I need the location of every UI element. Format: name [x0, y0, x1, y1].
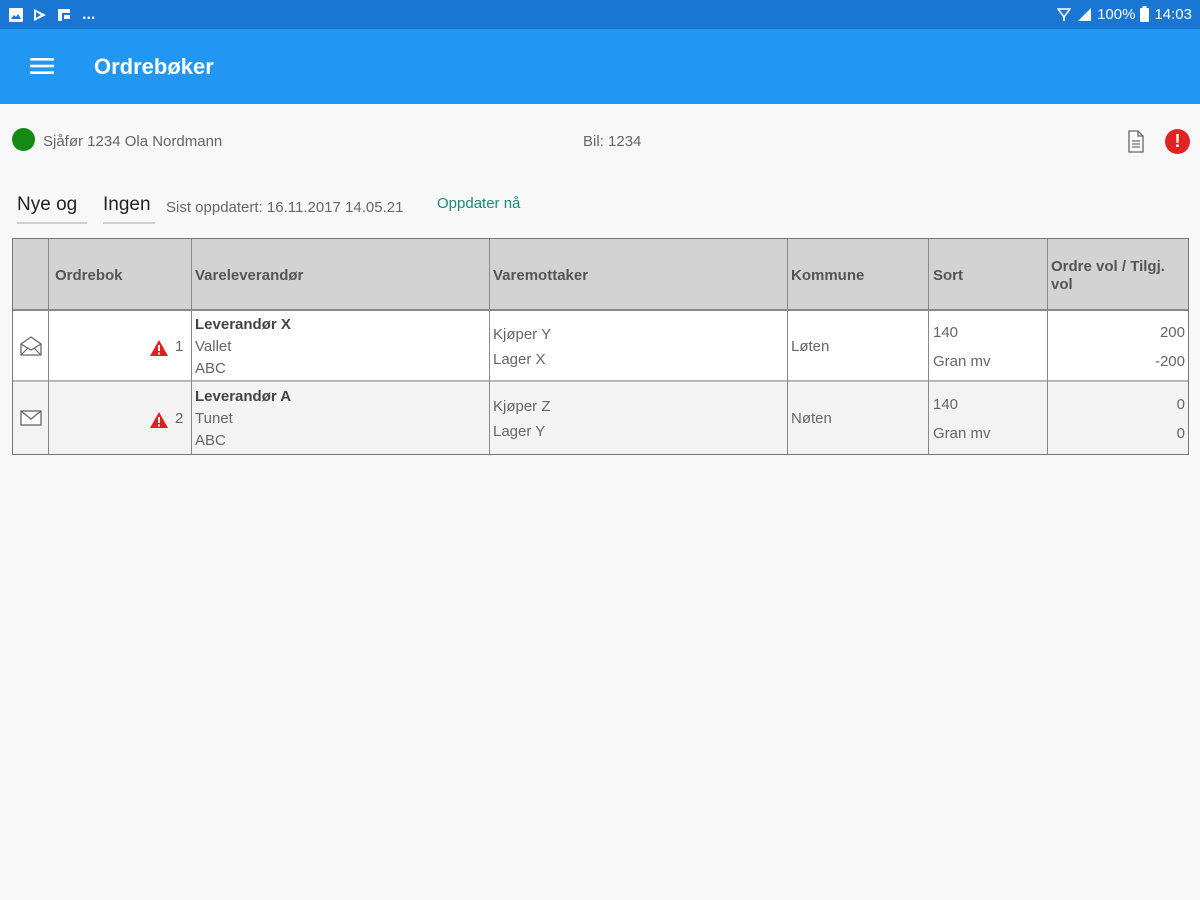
- alert-button[interactable]: !: [1165, 129, 1190, 154]
- envelope-open-icon: [20, 336, 42, 356]
- header-municipality: Kommune: [791, 267, 865, 284]
- supplier-location: Tunet: [195, 410, 233, 427]
- column-divider: [1047, 239, 1048, 454]
- municipality: Løten: [791, 338, 830, 355]
- sort-name: Gran mv: [933, 353, 991, 370]
- header-orderbook: Ordrebok: [55, 267, 123, 284]
- notification-overflow: ...: [82, 6, 96, 23]
- document-button[interactable]: [1125, 129, 1147, 155]
- orderbook-number: 1: [175, 338, 184, 355]
- app-bar: Ordrebøker: [0, 29, 1200, 104]
- table-row[interactable]: 2 Leverandør A Tunet ABC Kjøper Z Lager …: [13, 383, 1188, 454]
- column-divider: [191, 239, 192, 454]
- supplier-code: ABC: [195, 360, 226, 377]
- status-bar: ... 100% 14:03: [0, 0, 1200, 29]
- update-now-link[interactable]: Oppdater nå: [437, 195, 520, 212]
- table-row[interactable]: 1 Leverandør X Vallet ABC Kjøper Y Lager…: [13, 311, 1188, 382]
- header-sort: Sort: [933, 267, 963, 284]
- receiver-name: Kjøper Z: [493, 398, 551, 415]
- available-volume: -200: [1154, 353, 1185, 370]
- supplier-location: Vallet: [195, 338, 232, 355]
- system-status: 100% 14:03: [1057, 4, 1192, 24]
- orderbook-table: Ordrebok Vareleverandør Varemottaker Kom…: [12, 238, 1189, 455]
- notification-icons: ...: [8, 5, 95, 25]
- battery-percent: 100%: [1097, 5, 1136, 23]
- receiver-location: Lager X: [493, 351, 546, 368]
- receiver-name: Kjøper Y: [493, 326, 552, 343]
- column-divider: [787, 239, 788, 454]
- column-divider: [48, 239, 49, 454]
- hamburger-menu-icon: [30, 58, 54, 74]
- driver-status-indicator: [12, 128, 35, 151]
- order-volume: 200: [1159, 324, 1185, 341]
- signal-icon: [1078, 8, 1092, 21]
- wifi-icon: [1057, 8, 1072, 21]
- warning-icon: [150, 340, 168, 356]
- available-volume: 0: [1176, 425, 1185, 442]
- order-volume: 0: [1176, 396, 1185, 413]
- exclamation-icon: !: [1174, 131, 1181, 151]
- clock: 14:03: [1154, 5, 1192, 23]
- header-volume: Ordre vol / Tilgj. vol: [1051, 258, 1165, 293]
- sort-code: 140: [933, 396, 959, 413]
- sort-name: Gran mv: [933, 425, 991, 442]
- envelope-closed-icon: [20, 410, 42, 426]
- page-title: Ordrebøker: [94, 54, 214, 79]
- car-label: Bil: 1234: [583, 133, 642, 150]
- image-icon: [9, 8, 23, 22]
- supplier-name: Leverandør A: [195, 388, 292, 405]
- column-divider: [489, 239, 490, 454]
- menu-button[interactable]: [22, 51, 62, 81]
- header-supplier: Vareleverandør: [195, 267, 304, 284]
- last-updated-text: Sist oppdatert: 16.11.2017 14.05.21: [166, 199, 404, 216]
- supplier-code: ABC: [195, 432, 226, 449]
- municipality: Nøten: [791, 410, 832, 427]
- table-header: Ordrebok Vareleverandør Varemottaker Kom…: [13, 239, 1188, 311]
- play-store-icon: [34, 9, 46, 21]
- flag-icon: [58, 9, 70, 21]
- supplier-name: Leverandør X: [195, 316, 291, 333]
- column-divider: [928, 239, 929, 454]
- driver-label: Sjåfør 1234 Ola Nordmann: [43, 133, 223, 150]
- document-icon: [1128, 130, 1144, 153]
- orderbook-number: 2: [175, 410, 184, 427]
- filter-none[interactable]: Ingen: [103, 194, 155, 224]
- receiver-location: Lager Y: [493, 423, 546, 440]
- sort-code: 140: [933, 324, 959, 341]
- filter-new[interactable]: Nye og: [17, 194, 87, 224]
- header-receiver: Varemottaker: [493, 267, 589, 284]
- battery-icon: [1140, 6, 1150, 22]
- warning-icon: [150, 412, 168, 428]
